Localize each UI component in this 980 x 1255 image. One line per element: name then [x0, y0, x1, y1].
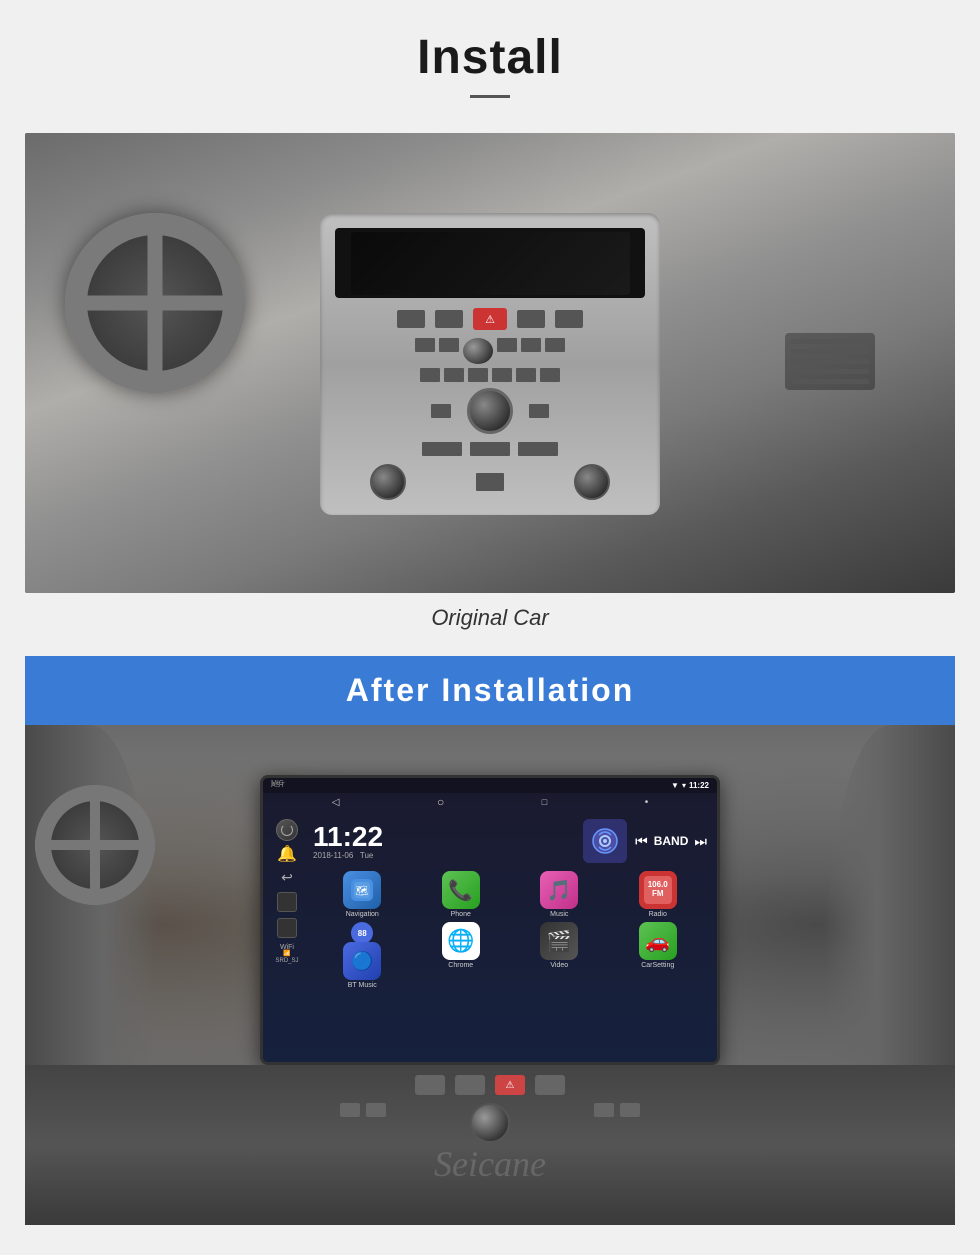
notification-icon: 🔔 — [277, 847, 297, 863]
dot-icon: • — [645, 797, 649, 808]
band-label: BAND — [654, 834, 689, 848]
music-icon: 🎵 — [540, 871, 578, 909]
media-icon — [583, 819, 627, 863]
side-button-1[interactable] — [277, 892, 297, 912]
screen-main: 🔔 ↩ WiFi 📶 SRD_SJ — [263, 811, 717, 1062]
status-time: 11:22 — [689, 781, 709, 790]
back-icon: ◁ — [332, 797, 340, 808]
media-controls: ⏮ BAND ⏭ — [635, 833, 707, 850]
app-chrome[interactable]: 🌐 Chrome — [414, 922, 509, 989]
wifi-info: WiFi 📶 SRD_SJ — [275, 944, 298, 964]
original-car-section: ⚠ — [0, 133, 980, 656]
after-car-section: MIC AST ▼ ▾ 11:22 ◁ ○ □ — [0, 725, 980, 1255]
after-dashboard-center: ⚠ — [340, 1065, 640, 1143]
wifi-bars: 📶 — [283, 951, 290, 958]
original-car-label: Original Car — [25, 593, 955, 646]
after-car-image: MIC AST ▼ ▾ 11:22 ◁ ○ □ — [25, 725, 955, 1225]
home-icon: ○ — [437, 795, 444, 809]
small-btn-4 — [620, 1103, 640, 1117]
after-installation-title: After Installation — [25, 672, 955, 709]
dash-btn-1 — [415, 1075, 445, 1095]
recents-icon: □ — [542, 797, 547, 807]
app-navigation[interactable]: 🗺 Navigation — [315, 871, 410, 918]
android-head-unit: MIC AST ▼ ▾ 11:22 ◁ ○ □ — [260, 775, 720, 1065]
app-bt-music[interactable]: 88 🔵 BT Music — [315, 922, 410, 989]
after-dash-buttons: ⚠ — [340, 1075, 640, 1095]
clock-time: 11:22 — [313, 823, 575, 851]
chrome-icon: 🌐 — [442, 922, 480, 960]
radio-label: Radio — [649, 911, 667, 918]
apps-grid-row1: 🗺 Navigation 📞 Phone — [307, 867, 713, 922]
left-panel: 🔔 ↩ WiFi 📶 SRD_SJ — [267, 815, 307, 1058]
wifi-label: WiFi — [280, 944, 294, 951]
bt-icon: 🔵 — [343, 942, 381, 980]
power-button[interactable] — [276, 819, 298, 841]
center-content: 11:22 2018-11-06 Tue — [307, 815, 713, 1058]
next-track-icon[interactable]: ⏭ — [694, 833, 707, 850]
carsetting-icon: 🚗 — [639, 922, 677, 960]
android-screen: MIC AST ▼ ▾ 11:22 ◁ ○ □ — [263, 778, 717, 1062]
main-knob — [470, 1103, 510, 1143]
chrome-label: Chrome — [448, 962, 473, 969]
small-btn-3 — [594, 1103, 614, 1117]
phone-label: Phone — [451, 911, 471, 918]
nav-bar: ◁ ○ □ • — [263, 793, 717, 811]
hazard-btn: ⚠ — [495, 1075, 525, 1095]
side-button-2[interactable] — [277, 918, 297, 938]
app-radio[interactable]: 106.0FM Radio — [611, 871, 706, 918]
mic-label: MIC — [271, 780, 284, 787]
app-phone[interactable]: 📞 Phone — [414, 871, 509, 918]
radio-icon: 106.0FM — [639, 871, 677, 909]
clock-date: 2018-11-06 Tue — [313, 851, 575, 860]
after-dash-row2 — [340, 1103, 640, 1143]
after-installation-banner: After Installation — [25, 656, 955, 725]
page-header: Install — [0, 0, 980, 133]
prev-track-icon[interactable]: ⏮ — [635, 833, 648, 850]
svg-text:🗺: 🗺 — [356, 885, 369, 897]
dash-btn-3 — [535, 1075, 565, 1095]
header-divider — [470, 95, 510, 98]
small-btn-1 — [340, 1103, 360, 1117]
page-title: Install — [0, 30, 980, 85]
app-video[interactable]: 🎬 Video — [512, 922, 607, 989]
app-carsetting[interactable]: 🚗 CarSetting — [611, 922, 706, 989]
video-icon: 🎬 — [540, 922, 578, 960]
status-icons: ▼ ▾ 11:22 — [671, 781, 709, 790]
clock-media-row: 11:22 2018-11-06 Tue — [307, 815, 713, 867]
num-badge: 88 — [351, 922, 373, 944]
app-music[interactable]: 🎵 Music — [512, 871, 607, 918]
after-dashboard: ⚠ — [25, 1065, 955, 1225]
navigation-label: Navigation — [346, 911, 379, 918]
apps-grid-row2: 88 🔵 BT Music 🌐 Chrome 🎬 — [307, 922, 713, 993]
original-car-image: ⚠ — [25, 133, 955, 593]
dash-btn-2 — [455, 1075, 485, 1095]
phone-icon: 📞 — [442, 871, 480, 909]
network-name: SRD_SJ — [275, 958, 298, 964]
podcast-svg — [591, 827, 619, 855]
clock-block: 11:22 2018-11-06 Tue — [313, 823, 575, 860]
carsetting-label: CarSetting — [641, 962, 674, 969]
music-label: Music — [550, 911, 568, 918]
back-arrow-icon: ↩ — [281, 869, 293, 886]
wifi-icon: ▾ — [682, 781, 686, 790]
bt-music-label: BT Music — [348, 982, 377, 989]
small-btn-2 — [366, 1103, 386, 1117]
location-icon: ▼ — [671, 781, 679, 790]
status-bar: AST ▼ ▾ 11:22 — [263, 778, 717, 793]
navigation-icon: 🗺 — [343, 871, 381, 909]
video-label: Video — [550, 962, 568, 969]
